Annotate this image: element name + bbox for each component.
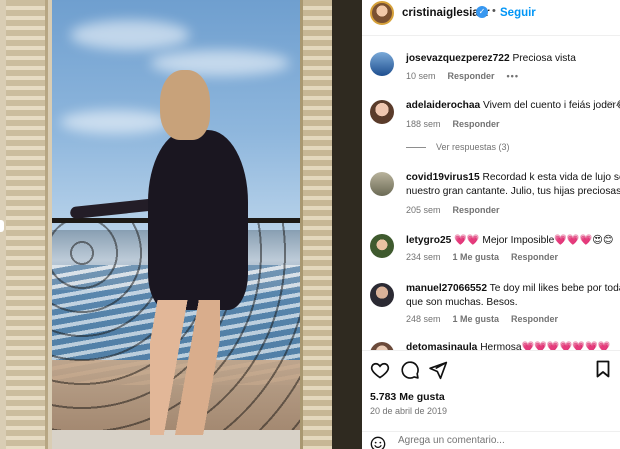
comment-body: Vivem del cuento i feiás joder😂	[483, 100, 620, 111]
photo-person-dress	[148, 130, 248, 310]
comment-time: 248 sem	[406, 314, 441, 324]
comment-username[interactable]: manuel27066552	[406, 283, 487, 294]
add-comment-bar	[362, 431, 620, 449]
reply-button[interactable]: Responder	[448, 71, 495, 81]
comment-time: 234 sem	[406, 252, 441, 262]
comment-body: Preciosa vista	[512, 53, 576, 64]
comment-body: Recordad k esta vida de lujo se lo	[482, 172, 620, 183]
post-actions: 5.783 Me gusta 20 de abril de 2019	[362, 350, 620, 449]
comment-text: josevazquezperez722 Preciosa vista	[406, 52, 576, 66]
add-comment-input[interactable]	[398, 435, 598, 446]
commenter-avatar[interactable]	[370, 283, 394, 307]
header-separator: •	[492, 5, 496, 17]
photo-person-legs	[150, 300, 220, 435]
comment-text-line2: que son muchas. Besos.	[406, 297, 518, 308]
view-replies-button[interactable]: Ver respuestas (3)	[406, 142, 510, 152]
photo-cloud	[60, 110, 170, 134]
comment-text: letygro25 💗💗 Mejor Imposible💗💗💗😍😊	[406, 234, 614, 248]
photo-door-frame-right	[332, 0, 362, 449]
post-photo[interactable]	[0, 0, 362, 449]
photo-cloud	[150, 50, 290, 76]
comment-meta: 248 sem 1 Me gusta Responder	[406, 314, 570, 324]
share-icon[interactable]	[428, 360, 448, 380]
reply-button[interactable]: Responder	[453, 119, 500, 129]
heart-icon[interactable]	[370, 360, 390, 380]
comment-time: 205 sem	[406, 205, 441, 215]
post-date: 20 de abril de 2019	[370, 406, 448, 416]
commenter-avatar[interactable]	[370, 100, 394, 124]
reply-button[interactable]: Responder	[511, 252, 558, 262]
follow-button[interactable]: Seguir	[500, 7, 536, 19]
reply-button[interactable]: Responder	[453, 205, 500, 215]
comment-likes[interactable]: 1 Me gusta	[453, 314, 500, 324]
comment-text: manuel27066552 Te doy mil likes bebe por…	[406, 282, 620, 296]
comment-meta: 205 sem Responder	[406, 205, 512, 215]
comment-body: Te doy mil likes bebe por toda	[489, 283, 620, 294]
photo-shutter-right	[300, 0, 332, 449]
comment-text: adelaiderochaa Vivem del cuento i feiás …	[406, 99, 620, 113]
comment-username[interactable]: josevazquezperez722	[406, 53, 510, 64]
photo-person-hair	[160, 70, 210, 140]
more-options-icon[interactable]: •••	[507, 71, 519, 81]
comment-time: 188 sem	[406, 119, 441, 129]
view-replies-label: Ver respuestas (3)	[436, 142, 510, 152]
photo-nav-indicator[interactable]	[0, 220, 4, 232]
comment-time: 10 sem	[406, 71, 436, 81]
commenter-avatar[interactable]	[370, 52, 394, 76]
comment-username[interactable]: adelaiderochaa	[406, 100, 480, 111]
comment-likes[interactable]: 1 Me gusta	[453, 252, 500, 262]
comment-icon[interactable]	[400, 360, 420, 380]
bookmark-icon[interactable]	[596, 360, 610, 378]
comment-username[interactable]: covid19virus15	[406, 172, 480, 183]
reply-button[interactable]: Responder	[511, 314, 558, 324]
commenter-avatar[interactable]	[370, 234, 394, 258]
like-comment-icon[interactable]: ♡	[606, 100, 614, 111]
post-side-panel: cristinaiglesiasr ✓ • Seguir josevazquez…	[362, 0, 620, 449]
post-header: cristinaiglesiasr ✓ • Seguir	[362, 0, 620, 36]
replies-line	[406, 147, 426, 149]
photo-cloud	[70, 20, 190, 50]
comment-username[interactable]: letygro25	[406, 235, 451, 246]
comment-meta: 234 sem 1 Me gusta Responder	[406, 252, 570, 262]
comment-meta: 10 sem Responder •••	[406, 71, 531, 81]
photo-shutter-left	[6, 0, 48, 449]
comment-meta: 188 sem Responder	[406, 119, 512, 129]
likes-count[interactable]: 5.783 Me gusta	[370, 391, 445, 403]
verified-icon: ✓	[476, 6, 488, 18]
commenter-avatar[interactable]	[370, 172, 394, 196]
comment-text: covid19virus15 Recordad k esta vida de l…	[406, 171, 620, 185]
emoji-icon[interactable]	[370, 436, 386, 449]
comment-body: 💗💗 Mejor Imposible💗💗💗😍😊	[454, 235, 614, 246]
author-avatar[interactable]	[370, 1, 394, 25]
comment-text-line2: nuestro gran cantante. Julio, tus hijas …	[406, 186, 620, 197]
